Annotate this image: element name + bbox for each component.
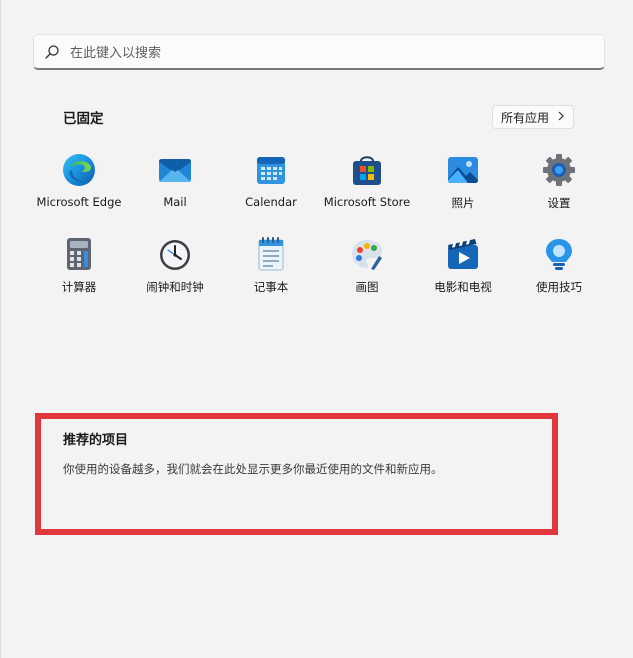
lightbulb-icon xyxy=(546,239,572,270)
notepad-icon xyxy=(258,237,284,271)
app-mail[interactable]: Mail xyxy=(127,150,223,220)
app-alarms-clock[interactable]: 闹钟和时钟 xyxy=(127,234,223,304)
gear-icon xyxy=(543,154,575,186)
search-icon xyxy=(34,34,70,70)
app-notepad[interactable]: 记事本 xyxy=(223,234,319,304)
start-menu-panel: 在此键入以搜索 已固定 所有应用 Microsoft Edge Mail Cal… xyxy=(0,0,633,658)
store-icon xyxy=(353,156,381,185)
app-settings[interactable]: 设置 xyxy=(511,150,607,220)
app-label: Microsoft Edge xyxy=(36,195,122,209)
app-calendar[interactable]: Calendar xyxy=(223,150,319,220)
app-label: 画图 xyxy=(355,280,379,294)
app-label: 照片 xyxy=(451,196,475,210)
mail-icon xyxy=(159,159,191,182)
app-microsoft-store[interactable]: Microsoft Store xyxy=(319,150,415,220)
app-label: 使用技巧 xyxy=(536,280,582,294)
app-microsoft-edge[interactable]: Microsoft Edge xyxy=(31,150,127,220)
calculator-icon xyxy=(67,238,91,270)
app-calculator[interactable]: 计算器 xyxy=(31,234,127,304)
app-movies-tv[interactable]: 电影和电视 xyxy=(415,234,511,304)
recommended-section-title: 推荐的项目 xyxy=(63,433,129,448)
search-box[interactable]: 在此键入以搜索 xyxy=(33,34,605,70)
app-label: 记事本 xyxy=(253,280,289,294)
app-label: 闹钟和时钟 xyxy=(146,280,204,294)
app-tips[interactable]: 使用技巧 xyxy=(511,234,607,304)
app-photos[interactable]: 照片 xyxy=(415,150,511,220)
app-label: 计算器 xyxy=(61,280,97,294)
all-apps-button[interactable]: 所有应用 xyxy=(492,105,574,129)
recommended-description: 你使用的设备越多，我们就会在此处显示更多你最近使用的文件和新应用。 xyxy=(63,462,443,476)
pinned-section-title: 已固定 xyxy=(63,111,104,127)
photos-icon xyxy=(448,157,478,183)
paint-palette-icon xyxy=(352,240,382,270)
clock-icon xyxy=(160,240,190,270)
chevron-right-icon xyxy=(557,110,565,124)
app-label: Microsoft Store xyxy=(323,195,411,209)
search-placeholder: 在此键入以搜索 xyxy=(70,46,162,61)
movies-tv-icon xyxy=(448,239,478,269)
app-label: 设置 xyxy=(547,196,571,210)
app-label: 电影和电视 xyxy=(434,280,492,294)
app-label: Mail xyxy=(163,195,187,209)
app-paint[interactable]: 画图 xyxy=(319,234,415,304)
all-apps-label: 所有应用 xyxy=(500,110,549,125)
edge-icon xyxy=(63,154,95,186)
app-label: Calendar xyxy=(245,195,297,209)
calendar-icon xyxy=(257,157,285,184)
